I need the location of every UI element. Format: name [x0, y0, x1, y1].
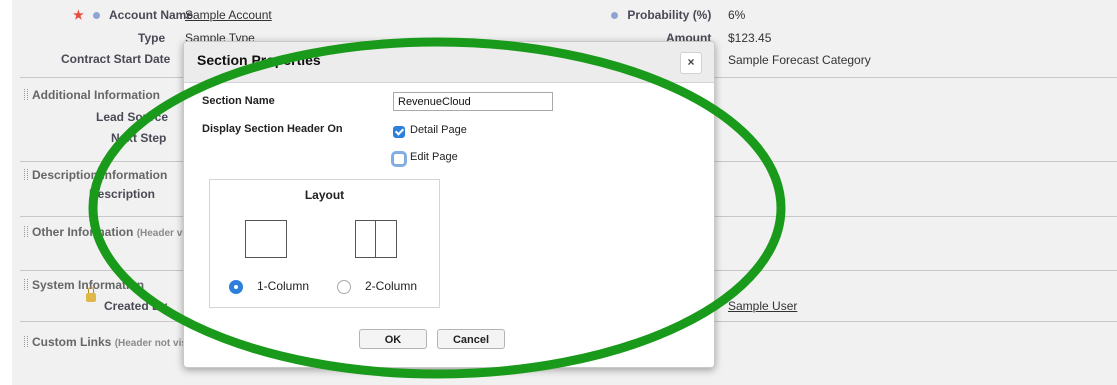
created-by-label: Created By [104, 299, 168, 313]
drag-handle-icon[interactable] [24, 89, 28, 100]
one-column-radio[interactable] [229, 280, 243, 294]
column-divider [375, 221, 376, 257]
two-column-radio[interactable] [337, 280, 351, 294]
two-column-layout-icon[interactable] [355, 220, 397, 258]
close-icon[interactable]: × [680, 52, 702, 74]
section-name-label: Section Name [202, 95, 275, 107]
field-indicator-dot-icon [611, 12, 618, 19]
section-custom-links[interactable]: Custom Links (Header not visible) [24, 335, 208, 349]
section-properties-dialog: Section Properties × Section Name Displa… [183, 41, 715, 368]
dialog-header: Section Properties × [184, 42, 714, 83]
edit-page-checkbox[interactable] [393, 153, 405, 165]
section-system-information[interactable]: System Information [24, 278, 144, 292]
one-column-label[interactable]: 1-Column [257, 279, 309, 293]
account-name-value[interactable]: Sample Account [185, 8, 272, 22]
contract-start-date-label: Contract Start Date [61, 52, 171, 66]
section-title: Additional Information [32, 88, 160, 102]
section-description-information[interactable]: Description Information [24, 168, 167, 182]
section-title: Custom Links [32, 335, 112, 349]
ok-button[interactable]: OK [359, 329, 427, 349]
lead-source-label: Lead Source [96, 110, 169, 124]
two-column-label[interactable]: 2-Column [365, 279, 417, 293]
section-additional-information[interactable]: Additional Information [24, 88, 160, 102]
probability-label: Probability (%) [627, 8, 712, 22]
type-label: Type [138, 31, 166, 45]
detail-page-label[interactable]: Detail Page [410, 124, 467, 136]
drag-handle-icon[interactable] [24, 279, 28, 290]
detail-page-checkbox[interactable] [393, 126, 405, 138]
dialog-title: Section Properties [197, 52, 321, 68]
section-name-input[interactable] [393, 92, 553, 111]
lock-icon [86, 287, 96, 302]
section-title: Other Information [32, 225, 134, 239]
edit-page-label[interactable]: Edit Page [410, 151, 458, 163]
account-name-field-label: ★ Account Name [73, 8, 193, 22]
probability-field-label: Probability (%) [611, 8, 711, 22]
section-title: Description Information [32, 168, 168, 182]
forecast-category-value: Sample Forecast Category [728, 53, 871, 67]
amount-value: $123.45 [728, 31, 772, 45]
display-section-header-label: Display Section Header On [202, 123, 343, 135]
next-step-label: Next Step [111, 131, 167, 145]
account-name-label: Account Name [109, 8, 194, 22]
description-label: Description [89, 187, 156, 201]
one-column-layout-icon[interactable] [245, 220, 287, 258]
drag-handle-icon[interactable] [24, 169, 28, 180]
required-star-icon: ★ [73, 8, 84, 22]
cancel-button[interactable]: Cancel [437, 329, 505, 349]
field-indicator-dot-icon [93, 12, 101, 19]
probability-value: 6% [728, 8, 746, 22]
drag-handle-icon[interactable] [24, 226, 28, 237]
drag-handle-icon[interactable] [24, 336, 28, 347]
layout-title: Layout [304, 188, 345, 202]
layout-picker: Layout 1-Column 2-Column [209, 179, 440, 308]
last-modified-by-value[interactable]: Sample User [728, 299, 797, 313]
